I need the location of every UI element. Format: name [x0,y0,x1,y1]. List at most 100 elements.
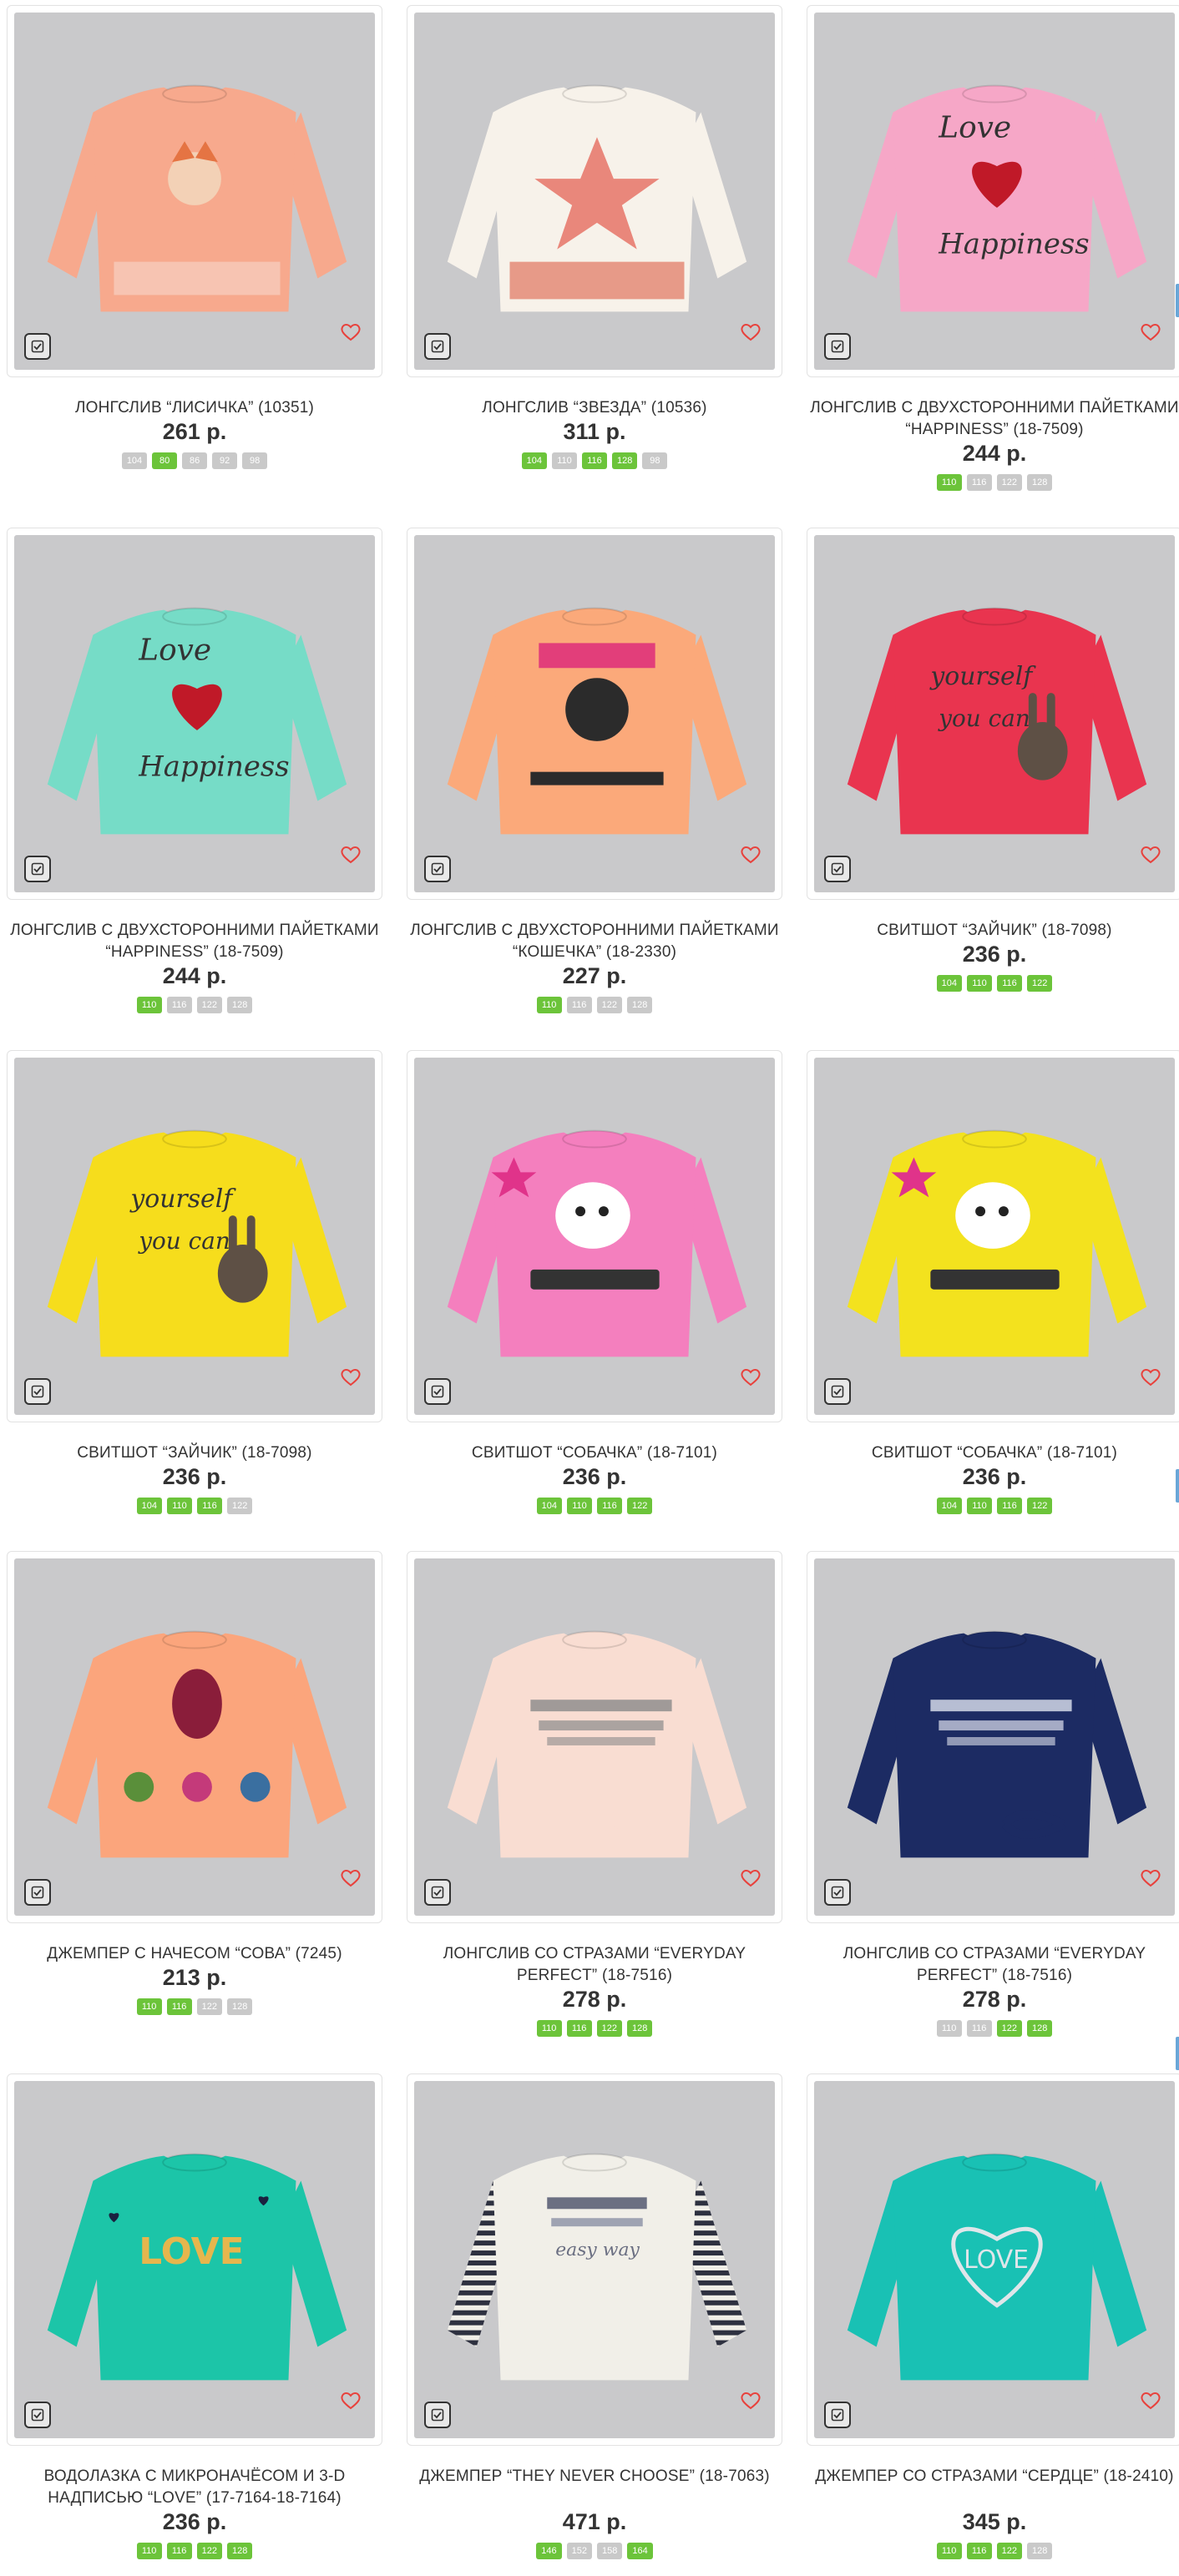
size-badge[interactable]: 110 [167,1498,192,1514]
side-panel-tab[interactable] [1176,2037,1179,2070]
product-title[interactable]: ВОДОЛАЗКА С МИКРОНАЧЁСОМ И 3-D НАДПИСЬЮ … [7,2466,382,2509]
size-badge[interactable]: 104 [536,1498,562,1514]
product-title[interactable]: ДЖЕМПЕР С НАЧЕСОМ “СОВА” (7245) [7,1943,382,1965]
size-badge[interactable]: 122 [996,2543,1022,2559]
size-badge[interactable]: 116 [566,997,592,1013]
product-image[interactable]: yourself you can [7,1050,382,1422]
compare-checkbox-icon[interactable] [424,856,451,882]
product-title[interactable]: ЛОНГСЛИВ СО СТРАЗАМИ “EVERYDAY PERFECT” … [407,1943,782,1987]
product-image[interactable]: Love Happiness [807,5,1179,377]
size-badge[interactable]: 128 [1027,2543,1053,2559]
size-badge[interactable]: 110 [967,975,992,992]
product-title[interactable]: ЛОНГСЛИВ С ДВУХСТОРОННИМИ ПАЙЕТКАМИ “КОШ… [407,920,782,963]
product-title[interactable]: ДЖЕМПЕР “THEY NEVER CHOOSE” (18-7063) [407,2466,782,2488]
size-badge[interactable]: 122 [996,2020,1022,2037]
size-badge[interactable]: 110 [136,997,162,1013]
compare-checkbox-icon[interactable] [824,856,851,882]
size-badge[interactable]: 110 [936,474,962,491]
size-badge[interactable]: 104 [121,452,148,469]
size-badge[interactable]: 110 [936,2543,962,2559]
compare-checkbox-icon[interactable] [824,2402,851,2428]
side-panel-tab[interactable] [1176,284,1179,317]
heart-outline-icon[interactable] [1138,320,1163,345]
size-badge[interactable]: 116 [597,1498,622,1514]
compare-checkbox-icon[interactable] [424,333,451,360]
product-image[interactable] [407,1050,782,1422]
heart-outline-icon[interactable] [1138,1866,1163,1891]
compare-checkbox-icon[interactable] [824,1879,851,1906]
size-badge[interactable]: 116 [566,2020,592,2037]
size-badge[interactable]: 116 [966,2020,992,2037]
size-badge[interactable]: 110 [536,2020,562,2037]
heart-outline-icon[interactable] [1138,1365,1163,1390]
compare-checkbox-icon[interactable] [824,333,851,360]
heart-outline-icon[interactable] [338,2388,363,2413]
heart-outline-icon[interactable] [738,1866,763,1891]
compare-checkbox-icon[interactable] [24,333,51,360]
size-badge[interactable]: 104 [936,1498,962,1514]
product-image[interactable] [807,1551,1179,1923]
size-badge[interactable]: 116 [966,2543,992,2559]
size-badge[interactable]: 122 [627,1498,653,1514]
size-badge[interactable]: 122 [196,1998,222,2015]
compare-checkbox-icon[interactable] [424,2402,451,2428]
size-badge[interactable]: 122 [196,2543,222,2559]
product-image[interactable] [407,528,782,900]
size-badge[interactable]: 110 [136,2543,162,2559]
product-image[interactable] [407,1551,782,1923]
product-image[interactable] [7,1551,382,1923]
product-title[interactable]: СВИТШОТ “СОБАЧКА” (18-7101) [807,1442,1179,1464]
size-badge[interactable]: 158 [597,2543,623,2559]
size-badge[interactable]: 128 [227,1998,253,2015]
size-badge[interactable]: 104 [521,452,547,469]
size-badge[interactable]: 128 [227,2543,253,2559]
size-badge[interactable]: 128 [627,2020,653,2037]
heart-outline-icon[interactable] [338,320,363,345]
product-title[interactable]: ДЖЕМПЕР СО СТРАЗАМИ “СЕРДЦЕ” (18-2410) [807,2466,1179,2488]
size-badge[interactable]: 128 [627,997,653,1013]
heart-outline-icon[interactable] [738,2388,763,2413]
size-badge[interactable]: 86 [182,452,208,469]
size-badge[interactable]: 116 [997,1498,1022,1514]
size-badge[interactable]: 122 [227,1498,253,1514]
product-image[interactable]: easy way [407,2073,782,2446]
compare-checkbox-icon[interactable] [424,1378,451,1405]
size-badge[interactable]: 152 [566,2543,592,2559]
product-image[interactable]: Love Happiness [7,528,382,900]
heart-outline-icon[interactable] [738,320,763,345]
size-badge[interactable]: 110 [936,2020,962,2037]
size-badge[interactable]: 110 [552,452,577,469]
size-badge[interactable]: 80 [152,452,178,469]
size-badge[interactable]: 122 [996,474,1022,491]
size-badge[interactable]: 110 [967,1498,992,1514]
size-badge[interactable]: 116 [166,997,192,1013]
size-badge[interactable]: 116 [197,1498,222,1514]
product-image[interactable]: LOVE [807,2073,1179,2446]
product-title[interactable]: ЛОНГСЛИВ С ДВУХСТОРОННИМИ ПАЙЕТКАМИ “HAP… [7,920,382,963]
size-badge[interactable]: 110 [567,1498,592,1514]
product-image[interactable] [7,5,382,377]
product-title[interactable]: ЛОНГСЛИВ СО СТРАЗАМИ “EVERYDAY PERFECT” … [807,1943,1179,1987]
size-badge[interactable]: 116 [166,2543,192,2559]
size-badge[interactable]: 116 [166,1998,192,2015]
side-panel-tab[interactable] [1176,1469,1179,1503]
size-badge[interactable]: 116 [997,975,1022,992]
product-title[interactable]: ЛОНГСЛИВ “ЛИСИЧКА” (10351) [7,397,382,419]
heart-outline-icon[interactable] [338,1866,363,1891]
product-title[interactable]: СВИТШОТ “ЗАЙЧИК” (18-7098) [807,920,1179,942]
product-title[interactable]: ЛОНГСЛИВ “ЗВЕЗДА” (10536) [407,397,782,419]
size-badge[interactable]: 122 [596,997,622,1013]
size-badge[interactable]: 122 [196,997,222,1013]
size-badge[interactable]: 98 [242,452,268,469]
product-title[interactable]: ЛОНГСЛИВ С ДВУХСТОРОННИМИ ПАЙЕТКАМИ “HAP… [807,397,1179,441]
size-badge[interactable]: 146 [536,2543,562,2559]
heart-outline-icon[interactable] [338,842,363,867]
size-badge[interactable]: 110 [136,1998,162,2015]
compare-checkbox-icon[interactable] [24,2402,51,2428]
heart-outline-icon[interactable] [738,1365,763,1390]
compare-checkbox-icon[interactable] [24,1879,51,1906]
size-badge[interactable]: 98 [642,452,668,469]
product-image[interactable] [407,5,782,377]
product-title[interactable]: СВИТШОТ “ЗАЙЧИК” (18-7098) [7,1442,382,1464]
size-badge[interactable]: 122 [1027,1498,1053,1514]
